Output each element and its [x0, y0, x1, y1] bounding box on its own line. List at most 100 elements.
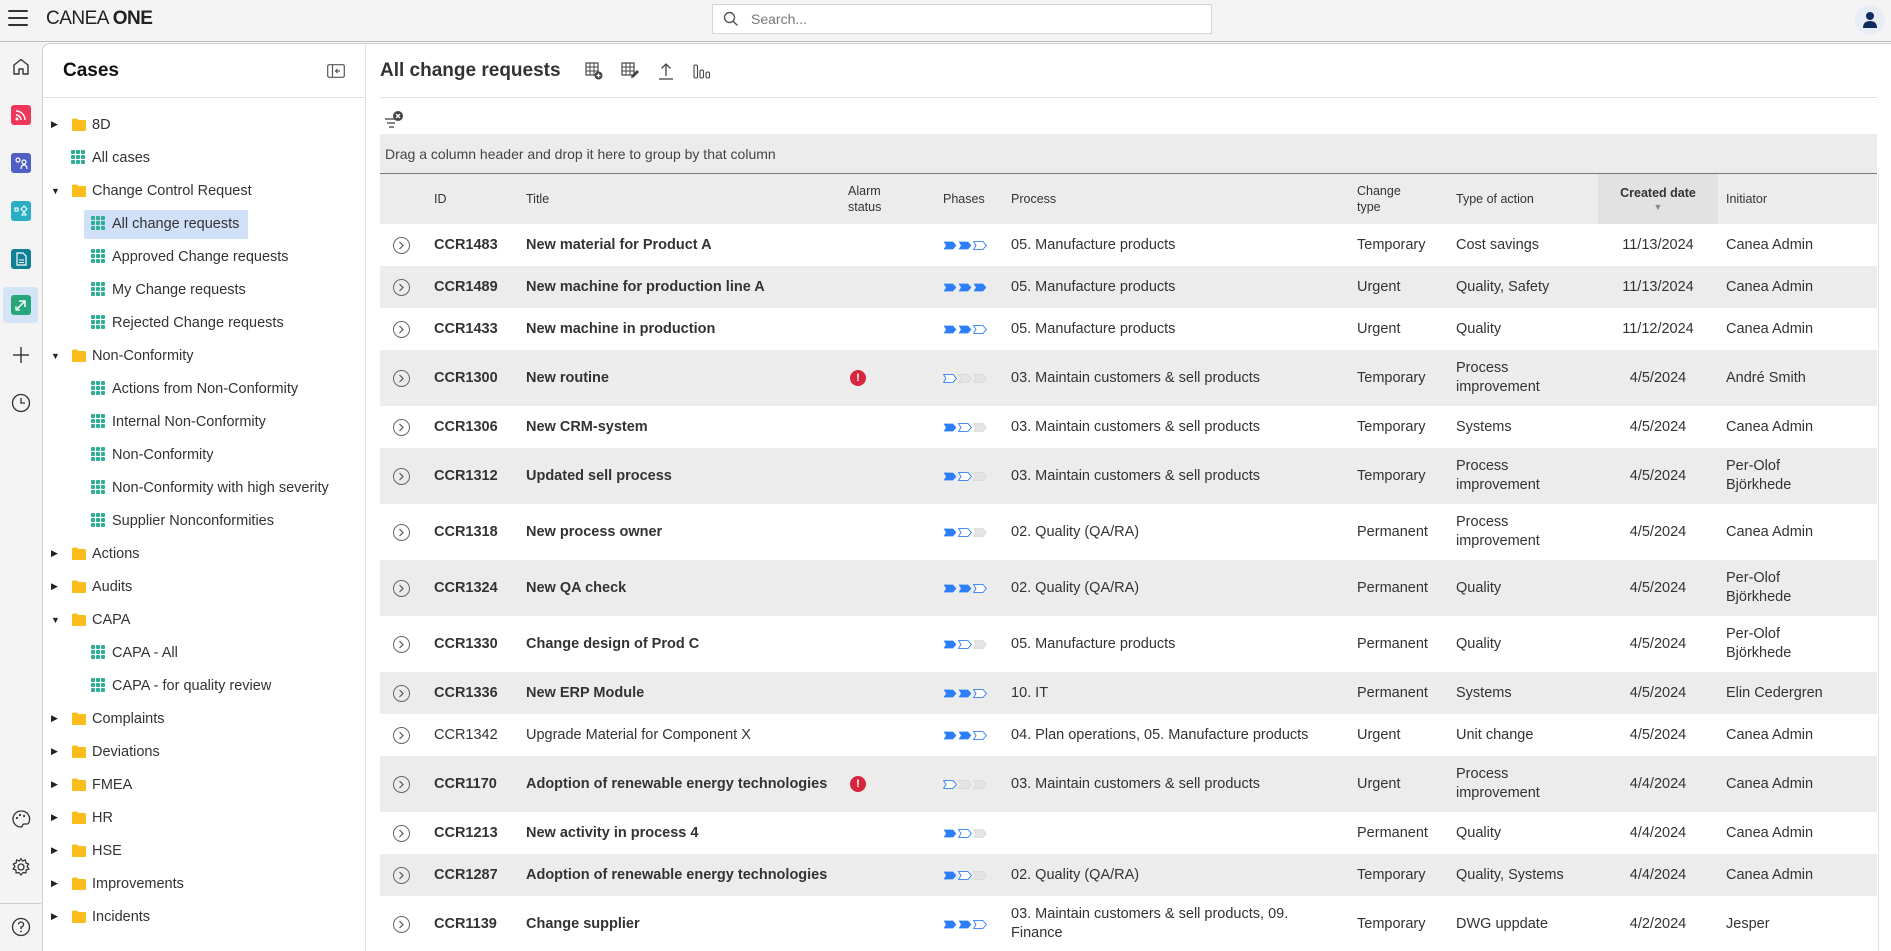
table-row[interactable]: CCR1312 Updated sell process 03. Maintain …	[380, 448, 1877, 504]
table-row[interactable]: CCR1324 New QA check 02. Quality (QA/RA) Pe…	[380, 560, 1877, 616]
rail-add[interactable]	[3, 337, 38, 373]
rail-documents[interactable]	[3, 241, 38, 277]
caret-right-icon[interactable]: ▶	[51, 548, 61, 559]
search-input[interactable]	[751, 11, 1191, 27]
cell-title[interactable]: New routine	[518, 350, 840, 406]
rail-people[interactable]	[3, 145, 38, 181]
sidebar-item-capa-for-quality-review[interactable]: CAPA - for quality review	[43, 669, 365, 702]
rail-theme[interactable]	[3, 801, 38, 837]
table-row[interactable]: CCR1213 New activity in process 4 Permanen…	[380, 812, 1877, 854]
cell-id[interactable]: CCR1213	[426, 812, 518, 854]
sidebar-item-actions-from-non-conformity[interactable]: Actions from Non-Conformity	[43, 372, 365, 405]
sidebar-item-8d[interactable]: ▶ 8D	[43, 108, 365, 141]
table-row[interactable]: CCR1483 New material for Product A 05. Man…	[380, 224, 1877, 266]
rail-settings[interactable]	[3, 849, 38, 885]
cell-title[interactable]: Change supplier	[518, 896, 840, 951]
export-button[interactable]	[655, 60, 677, 82]
sidebar-item-non-conformity[interactable]: Non-Conformity	[43, 438, 365, 471]
caret-right-icon[interactable]: ▶	[51, 119, 61, 130]
cell-title[interactable]: Adoption of renewable energy technologie…	[518, 854, 840, 896]
rail-feed[interactable]	[3, 97, 38, 133]
table-row[interactable]: CCR1318 New process owner 02. Quality (QA/…	[380, 504, 1877, 560]
open-case-button[interactable]	[393, 523, 410, 541]
cell-id[interactable]: CCR1306	[426, 406, 518, 448]
column-header-id[interactable]: ID	[426, 174, 518, 224]
collapse-panel-icon[interactable]	[327, 63, 345, 78]
open-case-button[interactable]	[393, 467, 410, 485]
table-row[interactable]: CCR1336 New ERP Module 10. IT Permanent Syst…	[380, 672, 1877, 714]
table-row[interactable]: CCR1330 Change design of Prod C 05. Manufa…	[380, 616, 1877, 672]
cell-title[interactable]: Updated sell process	[518, 448, 840, 504]
caret-down-icon[interactable]: ▼	[51, 351, 61, 361]
open-case-button[interactable]	[393, 866, 410, 884]
table-row[interactable]: CCR1306 New CRM-system 03. Maintain custom…	[380, 406, 1877, 448]
user-avatar[interactable]	[1855, 5, 1885, 35]
sidebar-item-incidents[interactable]: ▶ Incidents	[43, 900, 365, 933]
edit-view-button[interactable]	[619, 60, 641, 82]
sidebar-item-deviations[interactable]: ▶ Deviations	[43, 735, 365, 768]
sidebar-item-audits[interactable]: ▶ Audits	[43, 570, 365, 603]
column-header-process[interactable]: Process	[1003, 174, 1349, 224]
cell-title[interactable]: New activity in process 4	[518, 812, 840, 854]
cell-id[interactable]: CCR1489	[426, 266, 518, 308]
sidebar-item-complaints[interactable]: ▶ Complaints	[43, 702, 365, 735]
rail-help[interactable]	[3, 909, 38, 945]
table-row[interactable]: CCR1287 Adoption of renewable energy tech…	[380, 854, 1877, 896]
new-view-button[interactable]	[583, 60, 605, 82]
rail-history[interactable]	[3, 385, 38, 421]
cell-id[interactable]: CCR1483	[426, 224, 518, 266]
cell-title[interactable]: New QA check	[518, 560, 840, 616]
column-header-initiator[interactable]: Initiator	[1718, 174, 1877, 224]
open-case-button[interactable]	[393, 726, 410, 744]
cell-title[interactable]: Change design of Prod C	[518, 616, 840, 672]
sidebar-item-non-conformity[interactable]: ▼ Non-Conformity	[43, 339, 365, 372]
cell-id[interactable]: CCR1324	[426, 560, 518, 616]
sidebar-item-actions[interactable]: ▶ Actions	[43, 537, 365, 570]
caret-down-icon[interactable]: ▼	[51, 186, 61, 196]
sidebar-item-rejected-change-requests[interactable]: Rejected Change requests	[43, 306, 365, 339]
app-logo[interactable]: CANEA ONE	[46, 8, 153, 30]
column-header-title[interactable]: Title	[518, 174, 840, 224]
open-case-button[interactable]	[393, 320, 410, 338]
caret-right-icon[interactable]: ▶	[51, 911, 61, 922]
cell-id[interactable]: CCR1312	[426, 448, 518, 504]
caret-right-icon[interactable]: ▶	[51, 812, 61, 823]
cell-id[interactable]: CCR1433	[426, 308, 518, 350]
rail-cases[interactable]	[3, 287, 38, 323]
open-case-button[interactable]	[393, 369, 410, 387]
caret-down-icon[interactable]: ▼	[51, 615, 61, 625]
sidebar-item-capa-all[interactable]: CAPA - All	[43, 636, 365, 669]
caret-right-icon[interactable]: ▶	[51, 713, 61, 724]
cell-title[interactable]: New process owner	[518, 504, 840, 560]
sidebar-item-hse[interactable]: ▶ HSE	[43, 834, 365, 867]
caret-right-icon[interactable]: ▶	[51, 779, 61, 790]
cell-title[interactable]: New ERP Module	[518, 672, 840, 714]
cell-id[interactable]: CCR1287	[426, 854, 518, 896]
column-header-action[interactable]: Type of action	[1448, 174, 1598, 224]
sidebar-item-improvements[interactable]: ▶ Improvements	[43, 867, 365, 900]
cell-title[interactable]: Upgrade Material for Component X	[518, 714, 840, 756]
cell-title[interactable]: New machine for production line A	[518, 266, 840, 308]
open-case-button[interactable]	[393, 775, 410, 793]
open-case-button[interactable]	[393, 579, 410, 597]
cell-id[interactable]: CCR1330	[426, 616, 518, 672]
sidebar-item-hr[interactable]: ▶ HR	[43, 801, 365, 834]
table-row[interactable]: CCR1300 New routine! 03. Maintain customer…	[380, 350, 1877, 406]
open-case-button[interactable]	[393, 236, 410, 254]
cell-id[interactable]: CCR1300	[426, 350, 518, 406]
cell-id[interactable]: CCR1139	[426, 896, 518, 951]
rail-process[interactable]	[3, 193, 38, 229]
sidebar-item-all-change-requests[interactable]: All change requests	[43, 207, 365, 240]
cell-title[interactable]: New material for Product A	[518, 224, 840, 266]
cell-title[interactable]: New machine in production	[518, 308, 840, 350]
search-box[interactable]	[712, 4, 1212, 34]
open-case-button[interactable]	[393, 915, 410, 933]
sidebar-item-change-control-request[interactable]: ▼ Change Control Request	[43, 174, 365, 207]
chart-button[interactable]	[691, 60, 713, 82]
column-header-change-type[interactable]: Change type	[1349, 174, 1448, 224]
caret-right-icon[interactable]: ▶	[51, 746, 61, 757]
clear-filter-icon[interactable]	[383, 110, 405, 130]
sidebar-item-capa[interactable]: ▼ CAPA	[43, 603, 365, 636]
open-case-button[interactable]	[393, 418, 410, 436]
menu-icon[interactable]	[8, 10, 28, 28]
